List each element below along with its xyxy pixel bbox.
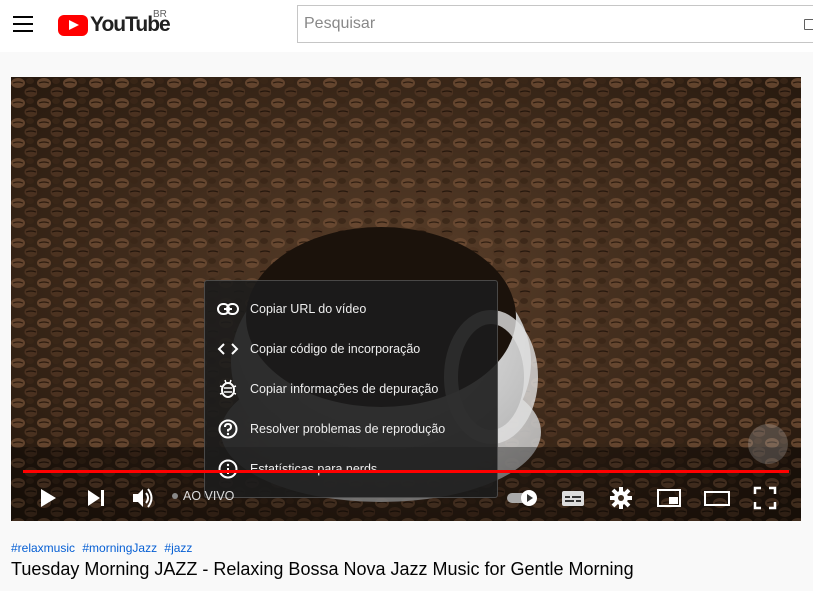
theater-mode-icon (704, 491, 730, 506)
menu-icon[interactable] (13, 16, 33, 32)
hashtag-link[interactable]: #morningJazz (82, 541, 157, 555)
autoplay-toggle-icon (507, 490, 537, 506)
hashtag-link[interactable]: #relaxmusic (11, 541, 75, 555)
code-icon (217, 338, 239, 360)
volume-icon (133, 488, 153, 508)
youtube-play-logo-icon (58, 14, 88, 36)
subtitles-icon (562, 491, 584, 506)
channel-watermark[interactable] (748, 424, 788, 464)
mute-button[interactable] (128, 483, 158, 513)
fullscreen-button[interactable] (750, 483, 780, 513)
subtitles-button[interactable] (558, 483, 588, 513)
miniplayer-icon (657, 489, 681, 507)
keyboard-icon[interactable] (804, 19, 813, 30)
help-circle-icon (217, 418, 239, 440)
video-title: Tuesday Morning JAZZ - Relaxing Bossa No… (11, 559, 634, 579)
copy-debug-info-item[interactable]: Copiar informações de depuração (205, 369, 497, 409)
copy-video-url-label: Copiar URL do vídeo (250, 302, 367, 316)
settings-button[interactable] (606, 483, 636, 513)
copy-video-url-item[interactable]: Copiar URL do vídeo (205, 289, 497, 329)
copy-embed-code-item[interactable]: Copiar código de incorporação (205, 329, 497, 369)
masthead: YouTube BR (0, 0, 813, 52)
gear-icon (610, 487, 632, 509)
player-context-menu: Copiar URL do vídeo Copiar código de inc… (204, 280, 498, 498)
live-label: AO VIVO (183, 489, 235, 503)
live-indicator[interactable]: AO VIVO (172, 489, 234, 503)
play-icon (41, 489, 56, 507)
player-controls: AO VIVO (11, 475, 801, 521)
hashtag-link[interactable]: #jazz (164, 541, 192, 555)
search-input[interactable] (298, 6, 790, 42)
miniplayer-button[interactable] (654, 483, 684, 513)
stats-for-nerds-label: Estatísticas para nerds (250, 462, 378, 476)
bug-icon (217, 378, 239, 400)
search-box (297, 5, 813, 43)
theater-mode-button[interactable] (702, 483, 732, 513)
live-dot-icon (172, 493, 178, 499)
autoplay-toggle[interactable] (505, 483, 541, 513)
copy-debug-info-label: Copiar informações de depuração (250, 382, 439, 396)
progress-bar[interactable] (23, 470, 789, 473)
next-button[interactable] (81, 483, 111, 513)
country-code: BR (153, 9, 167, 20)
fullscreen-icon (753, 486, 777, 510)
troubleshoot-playback-item[interactable]: Resolver problemas de reprodução (205, 409, 497, 449)
video-player[interactable]: Copiar URL do vídeo Copiar código de inc… (11, 77, 801, 521)
skip-next-icon (88, 490, 104, 506)
hashtags: #relaxmusic #morningJazz #jazz (11, 541, 196, 555)
copy-embed-code-label: Copiar código de incorporação (250, 342, 421, 356)
play-button[interactable] (33, 483, 63, 513)
link-icon (217, 298, 239, 320)
troubleshoot-playback-label: Resolver problemas de reprodução (250, 422, 446, 436)
